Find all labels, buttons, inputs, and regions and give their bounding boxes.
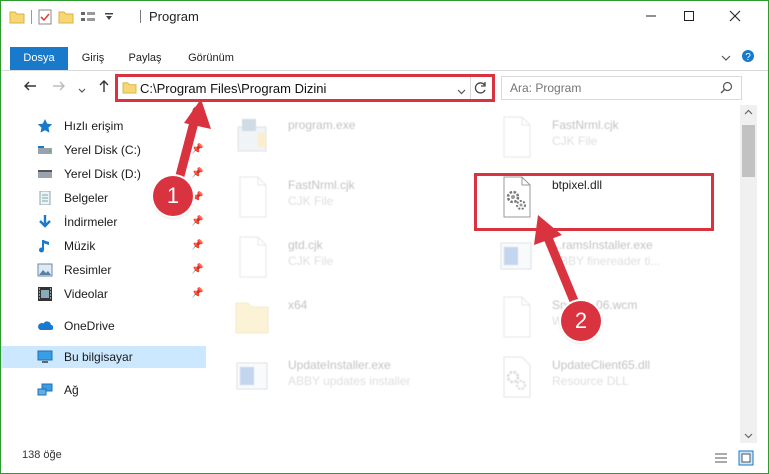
annotation-arrows xyxy=(172,99,584,318)
explorer-window: Program Dosya Giriş Paylaş Görünüm ? C:\… xyxy=(0,0,769,474)
step-badge-2: 2 xyxy=(561,301,601,341)
arrow-1-icon xyxy=(172,99,211,192)
arrow-2-icon xyxy=(534,215,584,318)
step-badge-1: 1 xyxy=(153,176,193,216)
